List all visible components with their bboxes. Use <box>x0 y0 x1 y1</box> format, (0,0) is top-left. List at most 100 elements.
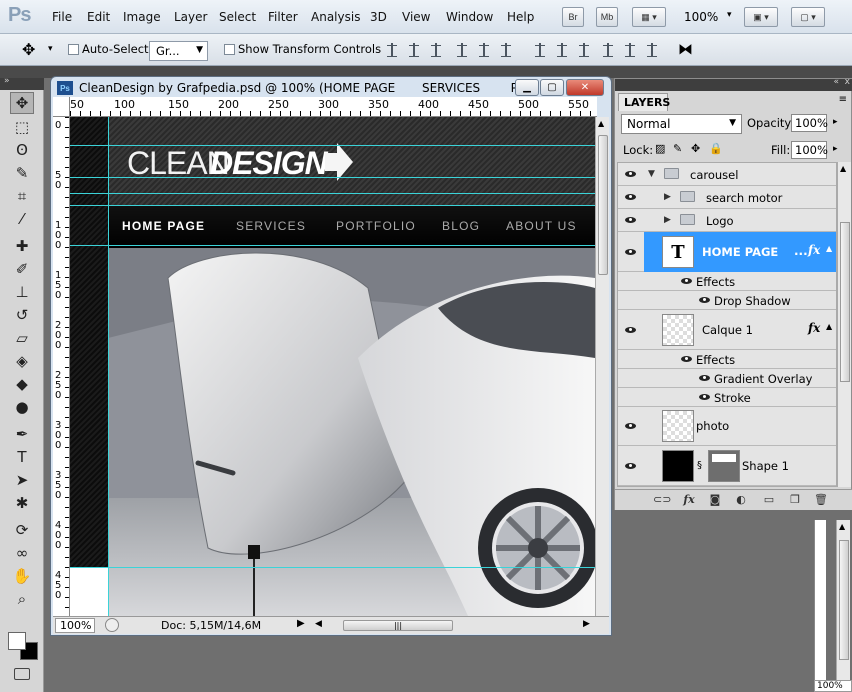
lock-position-icon[interactable]: ✥ <box>691 142 700 155</box>
new-layer-icon[interactable]: ❐ <box>787 493 803 507</box>
guide-line[interactable] <box>108 117 109 616</box>
effect-gradient-overlay[interactable]: Gradient Overlay <box>618 369 836 388</box>
dodge-tool-icon[interactable]: ● <box>10 396 34 418</box>
pen-tool-icon[interactable]: ✒ <box>10 423 34 445</box>
effects-eye-icon[interactable] <box>680 354 694 364</box>
crop-tool-icon[interactable]: ⌗ <box>10 185 34 207</box>
layer-row-search-motor[interactable]: ▶ search motor <box>618 186 836 209</box>
site-nav-home[interactable]: HOME PAGE <box>122 219 205 233</box>
guide-line[interactable] <box>70 193 595 194</box>
auto-align-icon[interactable]: ⧓ <box>678 40 693 58</box>
lock-transparency-icon[interactable]: ▨ <box>655 142 665 155</box>
fill-field[interactable]: 100% <box>791 141 828 159</box>
menu-layer[interactable]: Layer <box>174 10 207 24</box>
collapse-effects-icon[interactable]: ▲ <box>826 244 832 253</box>
effects-row[interactable]: Effects <box>618 350 836 369</box>
expand-right-icon[interactable]: ▶ <box>664 192 671 202</box>
background-document-scrollbar[interactable]: ▲ <box>836 520 850 692</box>
shape-tool-icon[interactable]: ✱ <box>10 492 34 514</box>
layer-row-photo[interactable]: photo <box>618 407 836 446</box>
menu-select[interactable]: Select <box>219 10 256 24</box>
preset-dropdown-icon[interactable]: ▾ <box>48 44 53 54</box>
quick-select-tool-icon[interactable]: ✎ <box>10 162 34 184</box>
scroll-right-icon[interactable]: ▶ <box>583 619 590 629</box>
color-swatches[interactable] <box>6 630 38 662</box>
site-nav-blog[interactable]: BLOG <box>442 219 480 233</box>
arrange-documents-button[interactable]: ▣ ▾ <box>744 7 778 27</box>
distribute-left-icon[interactable] <box>600 42 616 58</box>
layers-tab[interactable]: LAYERS <box>618 93 670 111</box>
scroll-up-icon[interactable]: ▲ <box>598 119 604 128</box>
effect-eye-icon[interactable] <box>698 373 712 383</box>
tools-panel-header[interactable]: » <box>0 76 44 90</box>
zoom-tool-icon[interactable]: ⌕ <box>10 588 34 610</box>
site-nav-portfolio[interactable]: PORTFOLIO <box>336 219 416 233</box>
scroll-up-icon[interactable]: ▲ <box>840 164 846 173</box>
layers-scrollbar[interactable]: ▲ <box>837 162 851 487</box>
link-chain-icon[interactable]: § <box>697 460 702 471</box>
scroll-left-icon[interactable]: ◀ <box>315 619 322 629</box>
foreground-color-swatch[interactable] <box>8 632 26 650</box>
guide-line[interactable] <box>70 177 595 178</box>
eraser-tool-icon[interactable]: ▱ <box>10 327 34 349</box>
lock-all-icon[interactable]: 🔒 <box>709 142 723 155</box>
align-top-icon[interactable] <box>384 42 400 58</box>
menu-file[interactable]: File <box>52 10 72 24</box>
effect-stroke[interactable]: Stroke <box>618 388 836 407</box>
status-zoom-field[interactable]: 100% <box>55 618 95 633</box>
adjustment-layer-icon[interactable]: ◐ <box>733 493 749 507</box>
visibility-eye-icon[interactable] <box>624 247 638 257</box>
menu-analysis[interactable]: Analysis <box>311 10 360 24</box>
align-vcenter-icon[interactable] <box>406 42 422 58</box>
menu-edit[interactable]: Edit <box>87 10 110 24</box>
show-transform-checkbox[interactable] <box>224 44 235 55</box>
menu-filter[interactable]: Filter <box>268 10 298 24</box>
status-menu-icon[interactable] <box>105 618 119 632</box>
layers-scroll-thumb[interactable] <box>840 222 850 382</box>
eyedropper-tool-icon[interactable]: ⁄ <box>10 208 34 230</box>
distribute-hcenter-icon[interactable] <box>622 42 638 58</box>
healing-brush-tool-icon[interactable]: ✚ <box>10 235 34 257</box>
maximize-button[interactable]: ▢ <box>540 79 564 96</box>
guide-line[interactable] <box>70 205 595 206</box>
zoom-level[interactable]: 100% <box>684 10 718 24</box>
hand-tool-icon[interactable]: ✋ <box>10 565 34 587</box>
collapse-effects-icon[interactable]: ▲ <box>826 322 832 331</box>
delete-layer-icon[interactable]: 🗑 <box>813 493 829 507</box>
mini-bridge-button[interactable]: Mb <box>596 7 618 27</box>
distribute-bottom-icon[interactable] <box>576 42 592 58</box>
expand-right-icon[interactable]: ▶ <box>664 215 671 225</box>
status-info-arrow-icon[interactable]: ▶ <box>297 618 305 629</box>
layer-row-logo[interactable]: ▶ Logo <box>618 209 836 232</box>
marquee-tool-icon[interactable]: ⬚ <box>10 116 34 138</box>
ruler-origin[interactable] <box>53 97 70 117</box>
quick-mask-icon[interactable] <box>14 668 30 680</box>
scroll-up-icon[interactable]: ▲ <box>839 522 845 531</box>
align-right-icon[interactable] <box>498 42 514 58</box>
3d-rotate-tool-icon[interactable]: ⟳ <box>10 519 34 541</box>
panel-menu-icon[interactable]: ≡ <box>839 94 847 105</box>
layer-row-calque-1[interactable]: Calque 1 fx ▲ <box>618 310 836 350</box>
effect-eye-icon[interactable] <box>698 392 712 402</box>
3d-orbit-tool-icon[interactable]: ∞ <box>10 542 34 564</box>
background-scroll-thumb[interactable] <box>839 540 849 660</box>
document-canvas[interactable]: CLEAN DESIGN HOME PAGE SERVICES PORTFOLI… <box>70 117 595 616</box>
effect-drop-shadow[interactable]: Drop Shadow <box>618 291 836 310</box>
move-tool-preset-icon[interactable]: ✥ <box>22 40 35 59</box>
type-tool-icon[interactable]: T <box>10 446 34 468</box>
effect-eye-icon[interactable] <box>698 295 712 305</box>
menu-help[interactable]: Help <box>507 10 534 24</box>
path-selection-tool-icon[interactable]: ➤ <box>10 469 34 491</box>
menu-view[interactable]: View <box>402 10 430 24</box>
fx-icon[interactable]: fx <box>808 243 820 257</box>
brush-tool-icon[interactable]: ✐ <box>10 258 34 280</box>
layers-panel-header[interactable]: «x <box>615 77 852 91</box>
zoom-dropdown-icon[interactable]: ▾ <box>727 10 732 20</box>
lasso-tool-icon[interactable]: ʘ <box>10 139 34 161</box>
horizontal-ruler[interactable]: 50 100 150 200 250 300 350 400 450 500 5… <box>70 97 597 117</box>
effects-row[interactable]: Effects <box>618 272 836 291</box>
menu-window[interactable]: Window <box>446 10 493 24</box>
fill-slider-icon[interactable]: ▸ <box>833 144 838 154</box>
menu-3d[interactable]: 3D <box>370 10 387 24</box>
distribute-vcenter-icon[interactable] <box>554 42 570 58</box>
